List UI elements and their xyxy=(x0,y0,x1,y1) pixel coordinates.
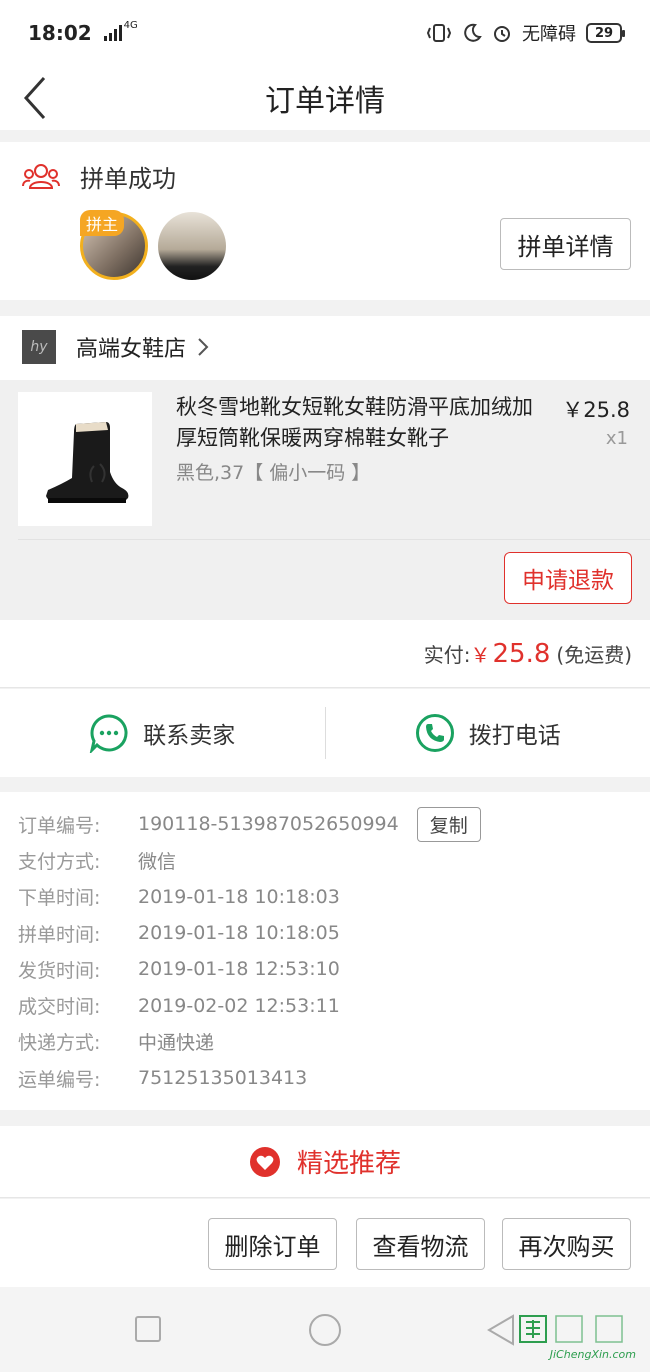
shop-section: hy 高端女鞋店 xyxy=(0,316,650,380)
order-number: 190118-513987052650994 xyxy=(138,813,399,836)
product-image[interactable] xyxy=(18,392,152,526)
info-key: 下单时间: xyxy=(18,887,101,910)
page-title: 订单详情 xyxy=(265,84,385,119)
info-value: 2019-02-02 12:53:11 xyxy=(138,994,340,1017)
avatar[interactable] xyxy=(158,212,226,280)
chevron-right-icon xyxy=(198,338,209,356)
product-price: ￥25.8 xyxy=(562,398,630,422)
group-people-icon xyxy=(22,164,60,189)
order-info: 订单编号: 190118-513987052650994 复制 支付方式: 微信… xyxy=(0,792,650,1110)
watermark-logo xyxy=(519,1315,623,1343)
info-key: 拼单时间: xyxy=(18,923,101,946)
phone-icon xyxy=(415,714,454,752)
info-row-order-number: 订单编号: 190118-513987052650994 复制 xyxy=(18,806,650,842)
info-row: 发货时间: 2019-01-18 12:53:10 xyxy=(18,951,650,987)
group-detail-button[interactable]: 拼单详情 xyxy=(500,218,631,270)
info-value: 2019-01-18 10:18:05 xyxy=(138,922,340,945)
delete-order-button[interactable]: 删除订单 xyxy=(208,1218,337,1270)
info-row: 成交时间: 2019-02-02 12:53:11 xyxy=(18,987,650,1023)
watermark: JiChengXin.com xyxy=(516,1314,636,1361)
divider xyxy=(18,539,650,540)
group-buy-section: 拼单成功 拼主 拼单详情 xyxy=(0,142,650,300)
info-value: 微信 xyxy=(138,850,177,873)
info-row: 下单时间: 2019-01-18 10:18:03 xyxy=(18,879,650,915)
view-logistics-button[interactable]: 查看物流 xyxy=(356,1218,485,1270)
product-sku: 黑色,37【 偏小一码 】 xyxy=(176,462,371,484)
shop-name: 高端女鞋店 xyxy=(76,337,187,362)
back-arrow-icon[interactable] xyxy=(22,74,62,122)
chat-icon xyxy=(90,714,128,753)
contact-seller-button[interactable]: 联系卖家 xyxy=(0,689,325,777)
back-triangle-icon[interactable] xyxy=(486,1313,516,1347)
recommend-header: 精选推荐 xyxy=(0,1126,650,1198)
battery-icon: 29 xyxy=(586,23,625,43)
nav-bar: 订单详情 xyxy=(0,66,650,130)
recent-apps-icon[interactable] xyxy=(134,1315,162,1343)
shop-logo-text: hy xyxy=(30,339,48,355)
info-value: 2019-01-18 10:18:03 xyxy=(138,885,340,908)
info-key: 支付方式: xyxy=(18,850,101,873)
moon-icon xyxy=(464,23,482,42)
product-item[interactable]: 秋冬雪地靴女短靴女鞋防滑平底加绒加厚短筒靴保暖两穿棉鞋女靴子 黑色,37【 偏小… xyxy=(0,380,650,620)
info-row: 支付方式: 微信 xyxy=(18,842,650,878)
group-status-label: 拼单成功 xyxy=(80,164,176,193)
info-key: 订单编号: xyxy=(18,814,101,837)
refund-button[interactable]: 申请退款 xyxy=(504,552,632,604)
boot-icon xyxy=(46,422,129,503)
system-navigation-bar: JiChengXin.com xyxy=(0,1287,650,1372)
contact-seller-label: 联系卖家 xyxy=(143,723,236,749)
product-name: 秋冬雪地靴女短靴女鞋防滑平底加绒加厚短筒靴保暖两穿棉鞋女靴子 xyxy=(176,395,533,450)
accessibility-label: 无障碍 xyxy=(522,24,576,45)
battery-level: 29 xyxy=(594,25,614,41)
info-value: 中通快递 xyxy=(138,1032,215,1055)
recommend-title: 精选推荐 xyxy=(296,1149,401,1179)
paid-amount: 25.8 xyxy=(492,638,551,669)
status-time: 18:02 xyxy=(28,21,92,45)
info-key: 成交时间: xyxy=(18,996,101,1019)
status-bar: 18:02 4G 无障碍 29 xyxy=(0,0,650,66)
info-value: 75125135013413 xyxy=(138,1067,308,1090)
currency-symbol: ￥ xyxy=(470,643,491,667)
shop-row[interactable]: hy 高端女鞋店 xyxy=(0,316,650,378)
info-key: 快递方式: xyxy=(18,1032,101,1055)
call-button[interactable]: 拨打电话 xyxy=(326,689,650,777)
buy-again-button[interactable]: 再次购买 xyxy=(502,1218,631,1270)
info-row: 快递方式: 中通快递 xyxy=(18,1024,650,1060)
call-label: 拨打电话 xyxy=(468,723,561,749)
status-icons: 无障碍 29 xyxy=(426,20,625,46)
copy-button[interactable]: 复制 xyxy=(416,806,481,842)
group-status-row: 拼单成功 xyxy=(0,142,650,210)
alarm-icon xyxy=(494,26,510,42)
host-badge: 拼主 xyxy=(80,210,125,236)
order-actions: 删除订单 查看物流 再次购买 xyxy=(0,1199,650,1287)
vibrate-icon xyxy=(426,24,452,42)
product-quantity: x1 xyxy=(605,428,628,449)
shipping-note: (免运费) xyxy=(556,643,632,667)
info-key: 发货时间: xyxy=(18,959,101,982)
network-type: 4G xyxy=(123,20,138,31)
watermark-text: JiChengXin.com xyxy=(549,1348,636,1361)
payment-summary: 实付: ￥ 25.8 (免运费) xyxy=(0,620,650,688)
paid-label: 实付: xyxy=(423,643,471,667)
info-key: 运单编号: xyxy=(18,1068,101,1091)
home-icon[interactable] xyxy=(308,1313,342,1347)
shop-logo: hy xyxy=(22,330,56,364)
contact-bar: 联系卖家 拨打电话 xyxy=(0,689,650,777)
heart-icon xyxy=(249,1146,280,1177)
info-row: 运单编号: 75125135013413 xyxy=(18,1060,650,1096)
info-row: 拼单时间: 2019-01-18 10:18:05 xyxy=(18,915,650,951)
cellular-signal-icon xyxy=(103,25,122,41)
info-value: 2019-01-18 12:53:10 xyxy=(138,958,340,981)
